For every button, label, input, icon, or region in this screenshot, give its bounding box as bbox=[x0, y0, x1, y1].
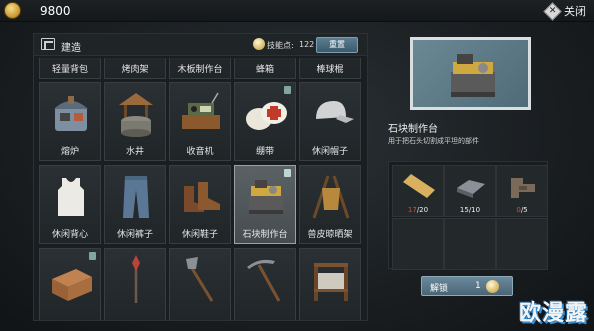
requirement-wood-clamp: 0/5 bbox=[496, 165, 548, 217]
requirement-count: 0/5 bbox=[497, 206, 547, 214]
build-item-stone-workbench[interactable]: 石块制作台 bbox=[234, 165, 296, 244]
build-item-boots[interactable]: 休闲鞋子 bbox=[169, 165, 231, 244]
build-item-pickaxe[interactable] bbox=[234, 248, 296, 320]
drying-rack-icon bbox=[312, 175, 350, 219]
requirement-need: /5 bbox=[520, 206, 528, 214]
requirement-wood-plank: 17/20 bbox=[392, 165, 444, 217]
build-item-label: 休闲裤子 bbox=[116, 230, 153, 240]
build-item-label: 棒球棍 bbox=[316, 65, 344, 75]
requirement-need: /10 bbox=[468, 206, 481, 214]
build-item-cap[interactable]: 休闲帽子 bbox=[299, 82, 361, 161]
close-label: 关闭 bbox=[564, 5, 586, 18]
build-item-backpack[interactable]: 轻量背包 bbox=[39, 58, 101, 79]
bandage-icon bbox=[246, 102, 287, 130]
loom-icon bbox=[314, 263, 348, 301]
build-item-label: 休闲帽子 bbox=[311, 147, 348, 157]
radio-icon bbox=[182, 92, 220, 129]
furnace-icon bbox=[54, 96, 88, 131]
coin-amount: 9800 bbox=[40, 4, 71, 18]
build-item-label: 收音机 bbox=[186, 147, 214, 157]
coin-icon bbox=[4, 2, 21, 19]
build-item-bandage[interactable]: 绷带 bbox=[234, 82, 296, 161]
build-item-label: 兽皮晾晒架 bbox=[307, 230, 353, 240]
build-item-label: 熔炉 bbox=[60, 147, 79, 157]
brick-block-icon bbox=[52, 269, 92, 301]
wood-clamp-icon bbox=[511, 178, 535, 198]
build-item-furnace[interactable]: 熔炉 bbox=[39, 82, 101, 161]
build-item-label: 木板制作台 bbox=[177, 65, 223, 75]
build-item-radio[interactable]: 收音机 bbox=[169, 82, 231, 161]
reset-button[interactable]: 重置 bbox=[316, 37, 358, 53]
build-item-vest[interactable]: 休闲背心 bbox=[39, 165, 101, 244]
build-item-spear[interactable] bbox=[104, 248, 166, 320]
requirement-empty-slot bbox=[444, 218, 496, 270]
build-item-jeans[interactable]: 休闲裤子 bbox=[104, 165, 166, 244]
requirement-need: /20 bbox=[416, 206, 429, 214]
skill-point-value: 122 bbox=[299, 40, 315, 49]
spear-icon bbox=[132, 255, 140, 303]
unlock-button[interactable]: 解锁 1 bbox=[421, 276, 513, 296]
build-grid: 轻量背包 烤肉架 木板制作台 蜂箱 棒球棍 熔炉 水井 收音机 绷带 休闲帽子 … bbox=[37, 58, 365, 320]
close-button[interactable]: ✕ 关闭 bbox=[543, 1, 586, 21]
stone-workbench-icon bbox=[249, 180, 283, 214]
item-description: 用于把石头切割成平坦的部件 bbox=[388, 137, 479, 145]
build-item-label: 轻量背包 bbox=[51, 65, 88, 75]
build-item-drying-rack[interactable]: 兽皮晾晒架 bbox=[299, 165, 361, 244]
build-icon bbox=[41, 38, 55, 50]
item-preview bbox=[410, 37, 531, 110]
skill-point-label: 技能点: bbox=[267, 41, 294, 50]
build-item-label: 休闲背心 bbox=[51, 230, 88, 240]
close-icon: ✕ bbox=[543, 1, 562, 21]
axe-icon bbox=[186, 257, 214, 302]
watermark: 欧漫露 bbox=[518, 301, 588, 326]
requirement-count: 15/10 bbox=[445, 206, 495, 214]
build-panel-header: 建造 技能点: 122 重置 bbox=[34, 34, 367, 56]
build-item-axe[interactable] bbox=[169, 248, 231, 320]
iron-ingot-icon bbox=[457, 180, 485, 198]
build-item-beehive[interactable]: 蜂箱 bbox=[234, 58, 296, 79]
stone-workbench-preview-icon bbox=[451, 54, 495, 97]
skill-point-icon bbox=[486, 280, 499, 293]
requirement-have: 17 bbox=[407, 206, 417, 214]
build-item-grill[interactable]: 烤肉架 bbox=[104, 58, 166, 79]
item-name: 石块制作台 bbox=[388, 124, 438, 135]
wood-plank-icon bbox=[403, 174, 435, 198]
build-item-bat[interactable]: 棒球棍 bbox=[299, 58, 361, 79]
unlock-cost: 1 bbox=[475, 281, 481, 291]
build-item-loom[interactable] bbox=[299, 248, 361, 320]
build-item-label: 绷带 bbox=[255, 147, 274, 157]
build-item-label: 烤肉架 bbox=[121, 65, 149, 75]
top-bar: 9800 ✕ 关闭 bbox=[0, 0, 594, 22]
boots-icon bbox=[184, 182, 220, 212]
well-icon bbox=[119, 93, 153, 137]
build-item-label: 蜂箱 bbox=[255, 65, 274, 75]
build-title: 建造 bbox=[61, 43, 81, 54]
requirement-count: 17/20 bbox=[393, 206, 443, 214]
vest-icon bbox=[58, 178, 84, 216]
requirement-iron-ingot: 15/10 bbox=[444, 165, 496, 217]
build-item-brick-block[interactable] bbox=[39, 248, 101, 320]
build-item-well[interactable]: 水井 bbox=[104, 82, 166, 161]
build-item-label: 水井 bbox=[125, 147, 144, 157]
build-panel: 建造 技能点: 122 重置 轻量背包 烤肉架 木板制作台 蜂箱 棒球棍 熔炉 … bbox=[33, 33, 368, 321]
build-item-workbench[interactable]: 木板制作台 bbox=[169, 58, 231, 79]
requirement-empty-slot bbox=[392, 218, 444, 270]
skill-point-icon bbox=[253, 38, 265, 50]
build-item-label: 休闲鞋子 bbox=[181, 230, 218, 240]
requirement-empty-slot bbox=[496, 218, 548, 270]
pickaxe-icon bbox=[247, 259, 281, 302]
jeans-icon bbox=[123, 176, 149, 218]
build-item-label: 石块制作台 bbox=[242, 230, 288, 240]
requirements-panel: 17/20 15/10 0/5 bbox=[388, 161, 548, 270]
cap-icon bbox=[316, 101, 354, 123]
requirement-have: 15 bbox=[459, 206, 469, 214]
unlock-label: 解锁 bbox=[430, 284, 449, 294]
